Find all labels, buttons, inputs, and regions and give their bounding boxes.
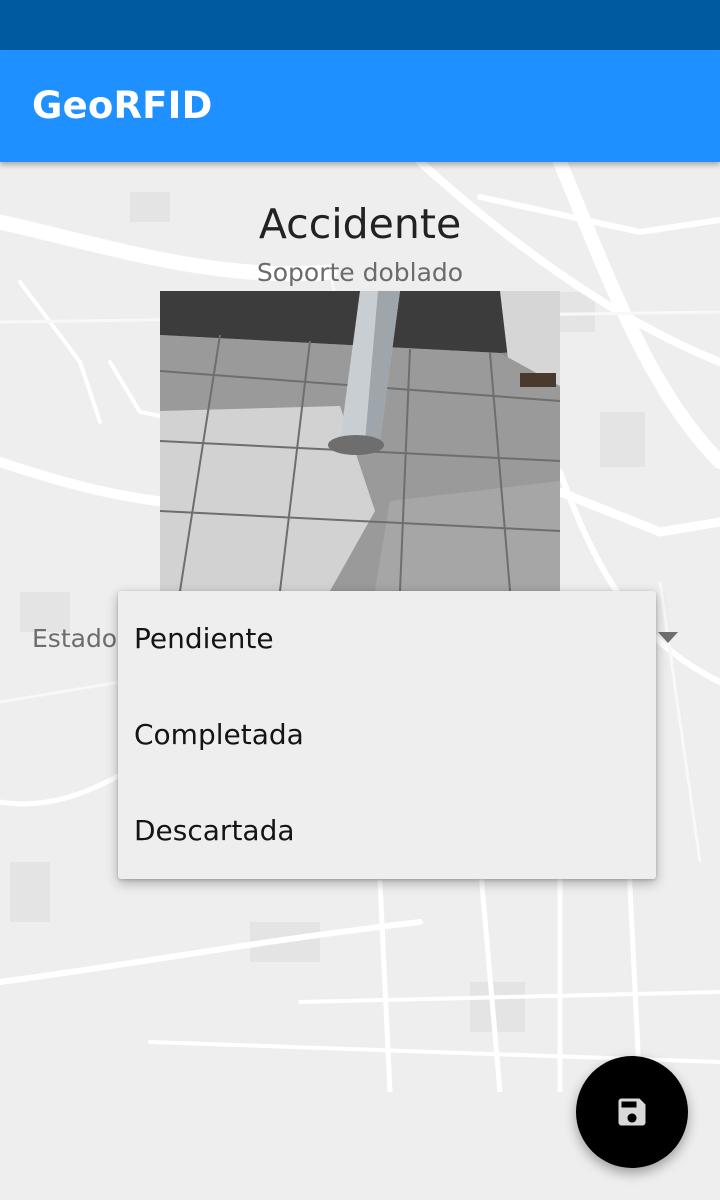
app-title: GeoRFID (32, 84, 213, 127)
incident-title: Accidente (258, 200, 462, 248)
option-descartada[interactable]: Descartada (118, 783, 656, 879)
option-pendiente[interactable]: Pendiente (118, 591, 656, 687)
app-bar: GeoRFID (0, 50, 720, 162)
estado-label: Estado (32, 624, 118, 653)
estado-dropdown-menu: Pendiente Completada Descartada (118, 591, 656, 879)
incident-subtitle: Soporte doblado (256, 258, 464, 287)
status-bar (0, 0, 720, 50)
save-button[interactable] (576, 1056, 688, 1168)
save-icon (618, 1098, 646, 1126)
option-completada[interactable]: Completada (118, 687, 656, 783)
dropdown-arrow-icon[interactable] (658, 632, 678, 643)
incident-photo (160, 291, 560, 591)
